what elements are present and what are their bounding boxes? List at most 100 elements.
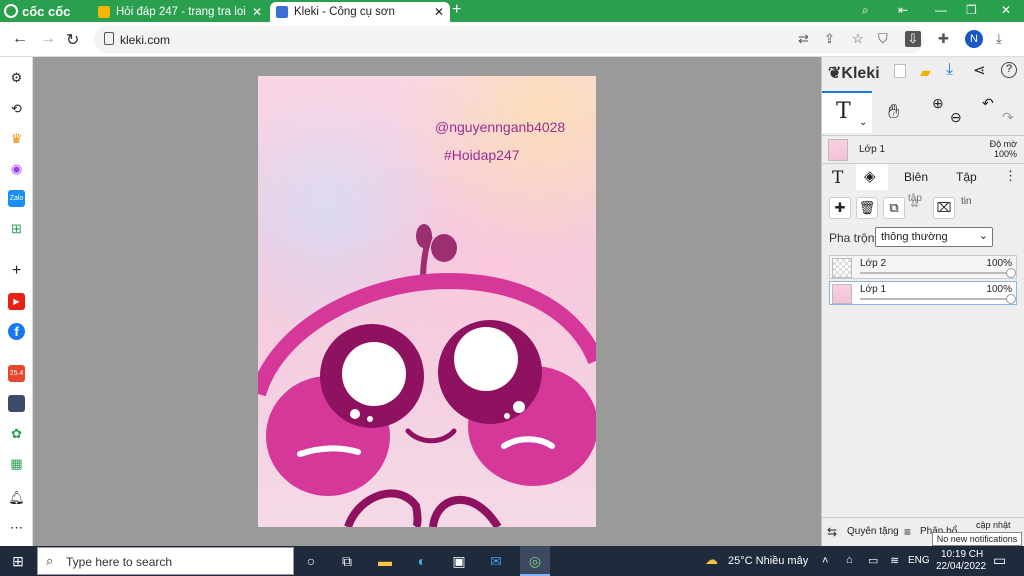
profile-avatar[interactable]: N <box>965 30 983 48</box>
coccoc-logo[interactable]: cốc cốc <box>4 2 70 20</box>
add-layer-icon[interactable]: ✚ <box>829 197 851 219</box>
layer-name: Lớp 1 <box>860 284 887 295</box>
close-icon[interactable]: ✕ <box>252 5 262 19</box>
weather-text[interactable]: 25°C Nhiều mây <box>728 555 808 567</box>
help-icon[interactable]: ? <box>1001 62 1017 78</box>
delete-layer-icon[interactable]: 🗑︎ <box>856 197 878 219</box>
blend-mode-select[interactable]: thông thường ⌄ <box>875 227 993 247</box>
reload-icon[interactable]: ↻ <box>66 30 79 50</box>
file-explorer-icon[interactable]: ▬ <box>376 552 394 570</box>
battery-icon[interactable]: ▭ <box>868 554 878 567</box>
more-icon[interactable]: ⋯ <box>8 519 25 536</box>
layer-opacity-handle[interactable] <box>1006 294 1016 304</box>
layer-item[interactable]: Lớp 1 100% <box>829 281 1017 305</box>
donate-link[interactable]: Quyên tặng <box>847 526 899 537</box>
coccoc-icon <box>4 4 18 18</box>
settings-gear-icon[interactable]: ⚙ <box>8 69 25 86</box>
drawing-canvas[interactable]: @nguyennganb4028 #Hoidap247 <box>258 76 596 527</box>
layer-opacity-handle[interactable] <box>1006 268 1016 278</box>
undo-icon[interactable]: ↶ <box>982 95 994 112</box>
donate-icon: ⇆ <box>827 525 838 539</box>
chat-app-icon[interactable]: ✿ <box>8 425 25 442</box>
facebook-icon[interactable]: f <box>8 323 25 340</box>
notifications-bell-icon[interactable]: 🔔︎ <box>8 489 25 506</box>
new-tab-icon[interactable]: + <box>452 1 461 19</box>
update-link[interactable]: cập nhật <box>976 520 1011 530</box>
tab-label: Hỏi đáp 247 - trang tra loi <box>116 6 246 18</box>
cortana-icon[interactable]: ○ <box>302 552 320 570</box>
app-avatar-icon[interactable] <box>8 395 25 412</box>
layer-opacity-slider[interactable] <box>860 298 1010 300</box>
translate-icon[interactable]: ⇄ <box>798 31 809 47</box>
address-bar-row: ← → ↻ kleki.com ⇄ ⇪ ☆ ⛉ ⇩ ✚ N ⤓ <box>0 22 1024 57</box>
edge-icon[interactable]: ◐ <box>413 552 431 570</box>
back-arrow-icon[interactable]: ← <box>12 30 28 48</box>
coccoc-taskbar-icon[interactable]: ◎ <box>520 546 550 576</box>
language-indicator[interactable]: ENG <box>908 555 930 566</box>
kleki-canvas-area[interactable]: @nguyennganb4028 #Hoidap247 <box>33 57 821 546</box>
zoom-in-icon[interactable]: ⊕ <box>932 95 944 112</box>
shield-icon[interactable]: ⛉ <box>878 31 888 47</box>
layer-name: Lớp 2 <box>860 258 887 269</box>
history-icon[interactable]: ⟲ <box>8 100 25 117</box>
redo-icon[interactable]: ↷ <box>1002 109 1014 126</box>
search-tabs-icon[interactable]: ⌕ <box>862 3 869 18</box>
restore-icon[interactable]: ❐ <box>966 3 977 17</box>
save-download-icon[interactable]: ⤓ <box>946 61 953 79</box>
extensions-icon[interactable]: ✚ <box>938 31 949 47</box>
chevron-down-icon[interactable]: ⌄ <box>859 117 867 128</box>
zalo-icon[interactable]: Zalo <box>8 190 25 207</box>
tab-file[interactable]: Tập <box>956 170 977 184</box>
blend-mode-label: Pha trộn <box>829 231 875 245</box>
current-layer-label: Lớp 1 <box>859 144 886 155</box>
more-vertical-icon[interactable]: ⋮ <box>1004 168 1017 184</box>
text-tool-button[interactable]: T ⌄ <box>822 91 872 133</box>
forward-arrow-icon[interactable]: → <box>40 30 56 48</box>
new-image-icon[interactable] <box>894 64 906 78</box>
tab-edit[interactable]: Biên <box>904 170 928 184</box>
clock-time[interactable]: 10:19 CH <box>941 549 983 560</box>
youtube-icon[interactable]: ▶ <box>8 293 25 310</box>
tab-hoidap[interactable]: Hỏi đáp 247 - trang tra loi ✕ <box>92 2 268 22</box>
layer-opacity: 100% <box>986 284 1012 295</box>
download-video-icon[interactable]: ⇩ <box>905 31 921 47</box>
crown-icon[interactable]: ♛ <box>8 130 25 147</box>
notification-center-icon[interactable]: ▭ <box>993 552 1006 569</box>
share-icon[interactable]: ⇪ <box>824 31 835 47</box>
panel-tabs: T ◈ Biên Tập ⋮ <box>822 163 1024 190</box>
layer-opacity-slider[interactable] <box>860 272 1010 274</box>
folder-icon[interactable]: ▰ <box>920 64 931 81</box>
search-icon: ⌕ <box>46 553 54 568</box>
mail-icon[interactable]: ✉ <box>487 552 505 570</box>
tab-kleki[interactable]: Kleki - Công cụ sơn ✕ <box>270 2 450 22</box>
wifi-icon[interactable]: ≋ <box>890 554 899 567</box>
page-info-icon[interactable] <box>104 32 114 45</box>
zoom-out-icon[interactable]: ⊖ <box>950 109 962 126</box>
close-window-icon[interactable]: ✕ <box>1001 3 1011 17</box>
add-icon[interactable]: + <box>8 262 25 279</box>
tray-chevron-icon[interactable]: ˄ <box>822 555 828 567</box>
share-icon[interactable]: ⋖ <box>973 61 986 79</box>
tab-layers[interactable]: ◈ <box>856 164 888 190</box>
messenger-icon[interactable]: ◉ <box>8 160 25 177</box>
layer-item[interactable]: Lớp 2 100% <box>829 255 1017 279</box>
downloads-icon[interactable]: ⤓ <box>996 31 1002 47</box>
task-view-icon[interactable]: ⧉ <box>338 552 356 570</box>
store-icon[interactable]: ▣ <box>450 552 468 570</box>
tab-text-icon[interactable]: T <box>832 168 843 188</box>
clock-date[interactable]: 22/04/2022 <box>936 561 986 572</box>
game-controller-icon[interactable]: ⊞ <box>8 220 25 237</box>
kleki-logo[interactable]: ❦Kleki <box>828 63 880 83</box>
minimize-icon[interactable]: — <box>935 3 947 17</box>
hand-tool-icon[interactable]: ✋︎ <box>888 101 899 124</box>
duplicate-layer-icon[interactable]: ⧉ <box>883 197 905 219</box>
taskbar-search-box[interactable]: ⌕ Type here to search <box>37 547 294 575</box>
windows-start-icon[interactable]: ⊞ <box>9 552 27 570</box>
pin-icon[interactable]: ⇤ <box>898 3 908 17</box>
bookmark-star-icon[interactable]: ☆ <box>852 31 864 47</box>
spreadsheet-icon[interactable]: ▦ <box>8 455 25 472</box>
network-icon[interactable]: ⌂ <box>846 554 853 566</box>
close-icon[interactable]: ✕ <box>434 5 444 19</box>
rename-layer-icon[interactable]: ⌧ <box>933 197 955 219</box>
shopee-icon[interactable]: 25.4 <box>8 365 25 382</box>
